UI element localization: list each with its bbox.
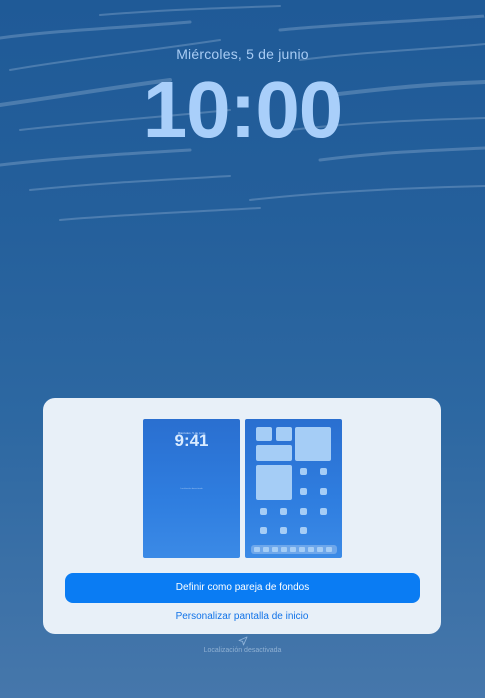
- widget-large: [295, 427, 331, 461]
- preview-location: Localización desactivada: [180, 488, 203, 490]
- widget-small: [276, 427, 292, 441]
- app-icon: [280, 508, 287, 515]
- dock-icon: [326, 547, 332, 552]
- location-arrow-icon: [238, 636, 247, 646]
- app-icon: [320, 508, 327, 515]
- lock-screen-preview: Miércoles, 5 de junio 9:41 Localización …: [143, 419, 240, 558]
- app-icon: [300, 488, 307, 495]
- wallpaper-pair-sheet: Miércoles, 5 de junio 9:41 Localización …: [43, 398, 441, 634]
- widget-medium: [256, 445, 292, 461]
- dock-icon: [317, 547, 323, 552]
- dock-icon: [299, 547, 305, 552]
- set-wallpaper-pair-button[interactable]: Definir como pareja de fondos: [65, 573, 420, 603]
- widget-small: [256, 427, 272, 441]
- lock-time: 10:00: [142, 65, 344, 154]
- app-icon: [300, 527, 307, 534]
- dock-icon: [254, 547, 260, 552]
- app-icon: [300, 468, 307, 475]
- dock: [251, 545, 337, 554]
- location-status-text: Localización desactivada: [203, 647, 282, 654]
- app-icon: [300, 508, 307, 515]
- lock-screen: Miércoles, 5 de junio 10:00 Miércoles, 5…: [0, 0, 485, 698]
- dock-icon: [263, 547, 269, 552]
- home-screen-preview: [245, 419, 342, 558]
- dock-icon: [290, 547, 296, 552]
- location-status: Localización desactivada: [0, 636, 485, 654]
- app-icon: [260, 508, 267, 515]
- widget-large: [256, 465, 292, 500]
- app-icon: [320, 488, 327, 495]
- lock-date: Miércoles, 5 de junio: [176, 46, 309, 62]
- preview-time: 9:41: [174, 431, 209, 450]
- dock-icon: [281, 547, 287, 552]
- app-icon: [260, 527, 267, 534]
- dock-icon: [272, 547, 278, 552]
- app-icon: [280, 527, 287, 534]
- app-icon: [320, 468, 327, 475]
- dock-icon: [308, 547, 314, 552]
- customize-home-screen-link[interactable]: Personalizar pantalla de inicio: [43, 611, 441, 622]
